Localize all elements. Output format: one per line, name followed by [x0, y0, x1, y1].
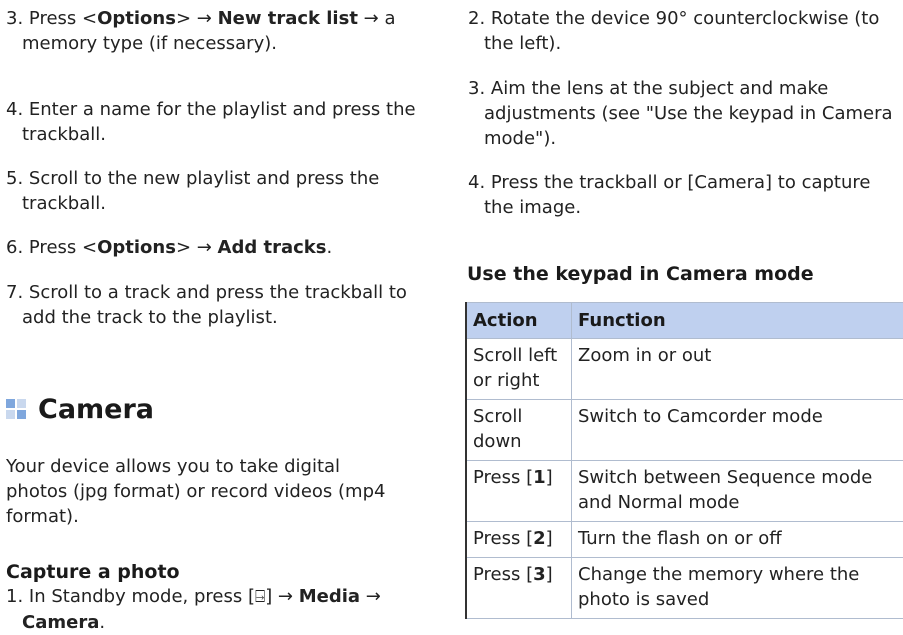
step-2-rotate-device: 2. Rotate the device 90° counterclockwis… — [468, 6, 884, 56]
section-marker-square — [17, 410, 26, 419]
key-1-label: 1 — [533, 467, 546, 488]
step-text: → — [360, 586, 381, 607]
step-text: Press < — [29, 8, 97, 29]
column-header-function: Function — [572, 303, 903, 339]
action-text: ] — [546, 528, 553, 549]
step-7-add-to-playlist: 7. Scroll to a track and press the track… — [6, 280, 440, 330]
function-cell: Switch to Camcorder mode — [572, 400, 903, 461]
step-number: 3. — [6, 8, 29, 29]
step-text: 1. In Standby mode, press [ — [6, 586, 255, 607]
camera-keypad-table: Action Function Scroll left or right Zoo… — [465, 302, 903, 619]
action-cell: Press [1] — [466, 461, 572, 522]
menu-key-icon: ⍈ — [255, 587, 265, 607]
step-5-scroll-playlist: 5. Scroll to the new playlist and press … — [6, 166, 440, 216]
keypad-camera-heading: Use the keypad in Camera mode — [467, 262, 814, 287]
add-tracks-label: Add tracks — [218, 237, 327, 258]
section-marker-square — [6, 410, 15, 419]
function-cell: Switch between Sequence mode and Normal … — [572, 461, 903, 522]
step-text: > → — [176, 237, 218, 258]
section-marker-icon — [6, 399, 26, 419]
step-3-aim-lens: 3. Aim the lens at the subject and make … — [468, 76, 903, 151]
capture-photo-heading: Capture a photo — [6, 560, 180, 585]
action-text: Press [ — [473, 528, 533, 549]
step-text: . — [327, 237, 333, 258]
options-softkey-label: Options — [97, 8, 176, 29]
key-2-label: 2 — [533, 528, 546, 549]
step-text: 6. Press < — [6, 237, 97, 258]
function-cell: Zoom in or out — [572, 339, 903, 400]
action-cell: Press [2] — [466, 522, 572, 558]
function-cell: Change the memory where the photo is sav… — [572, 558, 903, 619]
table-row: Press [3] Change the memory where the ph… — [466, 558, 903, 619]
action-cell: Scroll down — [466, 400, 572, 461]
section-marker-square — [17, 399, 26, 408]
camera-heading: Camera — [38, 397, 154, 422]
table-header-row: Action Function — [466, 303, 903, 339]
table-row: Scroll down Switch to Camcorder mode — [466, 400, 903, 461]
camera-intro-text: Your device allows you to take digital p… — [6, 454, 406, 529]
function-cell: Turn the flash on or off — [572, 522, 903, 558]
action-text: ] — [546, 564, 553, 585]
step-3-new-track-list: 3. Press <Options> → New track list → a … — [6, 6, 440, 56]
column-header-action: Action — [466, 303, 572, 339]
capture-step-1: 1. In Standby mode, press [⍈] → Media → … — [6, 584, 440, 635]
table-row: Press [1] Switch between Sequence mode a… — [466, 461, 903, 522]
action-cell: Scroll left or right — [466, 339, 572, 400]
table-row: Press [2] Turn the flash on or off — [466, 522, 903, 558]
action-text: ] — [546, 467, 553, 488]
step-6-add-tracks: 6. Press <Options> → Add tracks. — [6, 235, 440, 260]
action-text: Press [ — [473, 467, 533, 488]
key-3-label: 3 — [533, 564, 546, 585]
section-marker-square — [6, 399, 15, 408]
step-text: > → — [176, 8, 218, 29]
options-softkey-label: Options — [97, 237, 176, 258]
camera-section-title: Camera — [6, 389, 154, 429]
media-menu-label: Media — [299, 586, 360, 607]
table-row: Scroll left or right Zoom in or out — [466, 339, 903, 400]
action-cell: Press [3] — [466, 558, 572, 619]
step-4-enter-name: 4. Enter a name for the playlist and pre… — [6, 97, 440, 147]
step-4-capture-image: 4. Press the trackball or [Camera] to ca… — [468, 170, 884, 220]
new-track-list-label: New track list — [218, 8, 358, 29]
action-text: Press [ — [473, 564, 533, 585]
step-text: ] → — [265, 586, 299, 607]
